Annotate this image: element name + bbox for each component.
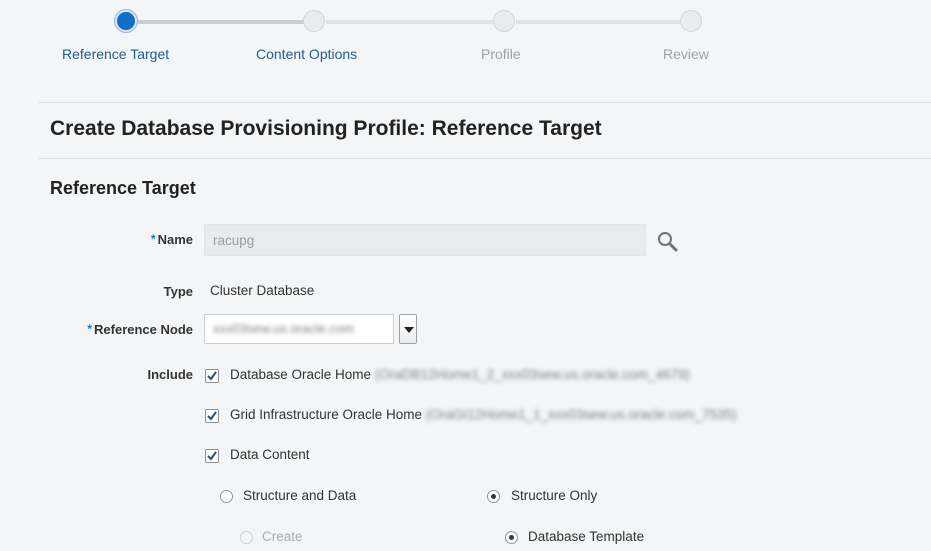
grid-infrastructure-oracle-home-detail: (OraGI12Home1_1_xxx03sew.us.oracle.com_7… xyxy=(425,407,737,422)
checkbox-data-content[interactable] xyxy=(205,449,219,463)
page-title: Create Database Provisioning Profile: Re… xyxy=(50,117,602,140)
option-grid-infrastructure-oracle-home[interactable]: Grid Infrastructure Oracle Home (OraGI12… xyxy=(230,407,737,422)
search-icon[interactable] xyxy=(656,230,680,254)
option-database-oracle-home[interactable]: Database Oracle Home (OraDB12Home1_2_xxx… xyxy=(230,367,690,382)
train-connector xyxy=(326,20,494,24)
radio-structure-only[interactable] xyxy=(487,490,500,503)
label-create: Create xyxy=(262,529,303,544)
name-label: * Name xyxy=(150,232,193,247)
radio-create xyxy=(240,531,253,544)
label-database-template[interactable]: Database Template xyxy=(528,529,644,544)
label-structure-only[interactable]: Structure Only xyxy=(511,488,597,503)
train-connector xyxy=(516,20,680,24)
train-label-reference-target[interactable]: Reference Target xyxy=(62,46,169,62)
train-stop-reference-target[interactable] xyxy=(115,10,137,32)
chevron-down-icon[interactable] xyxy=(399,314,417,344)
checkbox-grid-infrastructure-oracle-home[interactable] xyxy=(205,409,219,423)
database-oracle-home-detail: (OraDB12Home1_2_xxx03sew.us.oracle.com_4… xyxy=(374,367,691,382)
label-structure-and-data[interactable]: Structure and Data xyxy=(243,488,356,503)
radio-database-template[interactable] xyxy=(505,531,518,544)
header-divider xyxy=(38,102,931,103)
type-label: Type xyxy=(163,284,193,299)
required-marker: * xyxy=(150,232,156,246)
train-label-profile: Profile xyxy=(481,46,521,62)
checkbox-database-oracle-home[interactable] xyxy=(205,369,219,383)
train-stop-review xyxy=(680,10,702,32)
radio-structure-and-data[interactable] xyxy=(220,490,233,503)
train-connector xyxy=(136,20,304,24)
name-input[interactable] xyxy=(204,224,646,256)
title-divider xyxy=(38,158,931,159)
reference-node-value: xxx03sew.us.oracle.com xyxy=(213,321,354,336)
train-stop-profile xyxy=(493,10,515,32)
option-data-content[interactable]: Data Content xyxy=(230,447,310,462)
train-stepper: Reference Target Content Options Profile… xyxy=(0,0,931,80)
include-label: Include xyxy=(147,367,193,382)
reference-node-label: * Reference Node xyxy=(87,322,193,337)
train-label-review: Review xyxy=(663,46,709,62)
train-label-content-options[interactable]: Content Options xyxy=(256,46,357,62)
train-stop-content-options[interactable] xyxy=(303,10,325,32)
type-value: Cluster Database xyxy=(210,283,315,298)
section-title: Reference Target xyxy=(50,178,196,198)
reference-node-select[interactable]: xxx03sew.us.oracle.com xyxy=(204,314,394,344)
